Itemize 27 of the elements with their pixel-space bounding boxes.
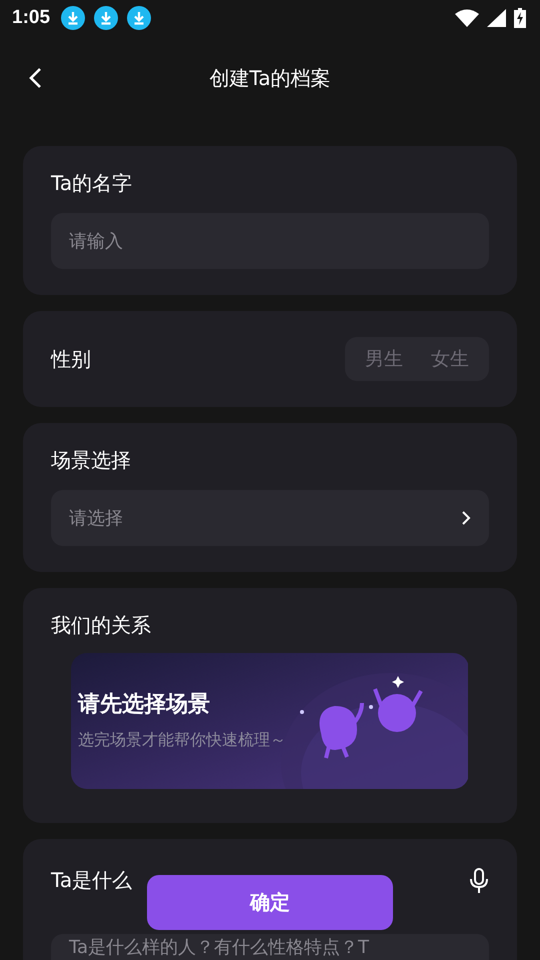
field-label: Ta的名字 <box>51 170 134 197</box>
name-input[interactable]: 请输入 <box>51 213 489 269</box>
banner-title: 请先选择场景 <box>78 691 210 719</box>
description-input[interactable]: Ta是什么样的人？有什么性格特点？T <box>51 934 489 960</box>
gender-option[interactable]: 男生 <box>351 337 417 381</box>
page-title: 创建Ta的档案 <box>209 64 331 92</box>
chevron-right-icon <box>461 510 471 526</box>
clock: 1:05 <box>12 7 50 29</box>
placeholder: Ta是什么样的人？有什么性格特点？T <box>69 936 370 959</box>
field-label: 性别 <box>51 346 91 372</box>
confirm-button[interactable]: 确定 <box>147 875 393 930</box>
download-icon <box>94 6 118 30</box>
download-icon <box>127 6 152 30</box>
field-label: Ta是什么 <box>51 867 132 894</box>
signal-icon <box>487 9 506 27</box>
placeholder: 请选择 <box>69 507 123 530</box>
field-label: 我们的关系 <box>51 612 152 639</box>
battery-icon <box>514 8 526 28</box>
microphone-icon[interactable] <box>469 868 489 894</box>
back-icon[interactable] <box>27 68 43 88</box>
wifi-icon <box>455 9 479 27</box>
download-icon <box>61 6 86 30</box>
placeholder: 请输入 <box>69 230 123 253</box>
banner-subtitle: 选完场景才能帮你快速梳理～ <box>78 730 286 751</box>
field-label: 场景选择 <box>51 447 132 474</box>
gender-option[interactable]: 女生 <box>417 337 483 381</box>
scene-select[interactable]: 请选择 <box>51 490 489 546</box>
